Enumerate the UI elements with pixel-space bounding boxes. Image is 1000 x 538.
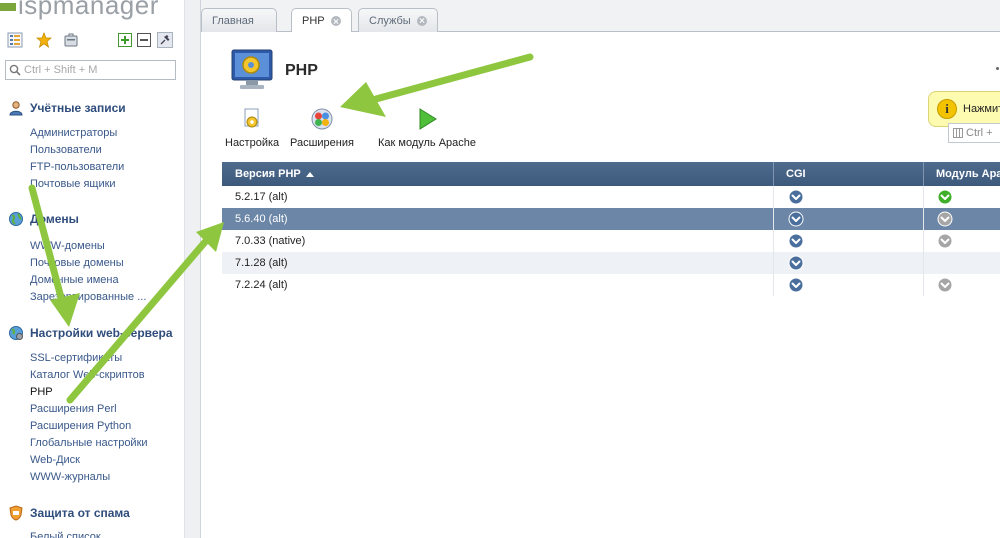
as-apache-module-label: Как модуль Apache — [378, 137, 477, 149]
settings-label: Настройка — [225, 137, 280, 149]
table-filter-input[interactable]: Ctrl + — [948, 123, 1000, 143]
nav-group-accounts[interactable]: Учётные записи — [8, 100, 126, 116]
favorites-star-icon[interactable] — [35, 31, 53, 49]
check-icon — [937, 277, 953, 293]
search-icon — [9, 64, 21, 79]
pin-icon[interactable] — [156, 31, 174, 49]
sidebar-item-www-logs[interactable]: WWW-журналы — [30, 470, 110, 484]
hint-notice[interactable]: i Нажмит — [928, 91, 1000, 127]
php-monitor-gear-icon — [231, 49, 273, 89]
close-tab-icon[interactable] — [416, 15, 427, 26]
tab-php-label: PHP — [302, 15, 325, 27]
collapse-all-icon[interactable] — [135, 31, 153, 49]
extensions-button[interactable]: Расширения — [290, 107, 354, 152]
sidebar-toolbar — [6, 31, 178, 51]
tab-services[interactable]: Службы — [358, 8, 438, 32]
filter-text: Ctrl + — [966, 127, 993, 139]
column-header-version[interactable]: Версия PHP — [222, 162, 773, 186]
table-row[interactable]: 7.1.28 (alt) — [222, 252, 1000, 274]
settings-icon — [244, 108, 259, 128]
sidebar-search-input[interactable] — [24, 63, 172, 77]
page-title: PHP — [285, 62, 318, 79]
globe-icon — [9, 212, 23, 226]
table-row[interactable]: 7.2.24 (alt) — [222, 274, 1000, 296]
sidebar-item-global-settings[interactable]: Глобальные настройки — [30, 436, 148, 450]
check-icon — [788, 277, 804, 293]
shield-icon — [9, 505, 23, 521]
table-body: 5.2.17 (alt) 5.6.40 (alt) 7.0.33 (native) 7… — [222, 186, 1000, 296]
settings-button[interactable]: Настройка — [225, 107, 279, 152]
as-apache-module-button[interactable]: Как модуль Apache — [378, 107, 476, 152]
table-header: Версия PHP CGI Модуль Apache — [222, 162, 1000, 186]
tab-php[interactable]: PHP — [291, 8, 352, 33]
play-icon — [419, 108, 437, 130]
app-window: ispmanager Ctrl + Shift + M Учётные запи… — [0, 0, 1000, 538]
php-version-cell: 7.0.33 (native) — [235, 235, 306, 247]
tab-home[interactable]: Главная — [201, 8, 277, 32]
tab-services-label: Службы — [369, 14, 411, 27]
nav-group-spam[interactable]: Защита от спама — [8, 505, 130, 521]
sidebar-item-web-scripts[interactable]: Каталог Web-скриптов — [30, 368, 145, 382]
check-icon — [788, 211, 804, 227]
column-header-apache-module[interactable]: Модуль Apache — [923, 162, 1000, 186]
main-content: PHP i Нажмит Ctrl + Настройка Расширения… — [201, 32, 1000, 538]
check-icon — [937, 211, 953, 227]
php-version-cell: 5.2.17 (alt) — [235, 191, 288, 203]
check-icon — [788, 233, 804, 249]
sidebar-item-whitelist[interactable]: Белый список — [30, 530, 101, 538]
sidebar-item-python[interactable]: Расширения Python — [30, 419, 131, 433]
sidebar-item-administrators[interactable]: Администраторы — [30, 126, 117, 140]
nav-group-web-server[interactable]: Настройки web-сервера — [8, 325, 173, 341]
close-tab-icon[interactable] — [330, 16, 341, 26]
hint-text: Нажмит — [963, 103, 1000, 115]
more-dot-icon — [996, 67, 999, 70]
table-row[interactable]: 5.2.17 (alt) — [222, 186, 1000, 208]
sidebar-item-reserved[interactable]: Зарезервированные ... — [30, 290, 146, 304]
app-logo: ispmanager — [0, 0, 159, 21]
sidebar-item-perl[interactable]: Расширения Perl — [30, 402, 117, 416]
extensions-label: Расширения — [290, 137, 354, 149]
php-version-cell: 7.1.28 (alt) — [235, 257, 288, 269]
sidebar-search — [5, 60, 176, 80]
check-icon — [788, 189, 804, 205]
globe-gear-icon — [9, 326, 23, 340]
filter-grid-icon — [953, 128, 963, 138]
sidebar-item-users[interactable]: Пользователи — [30, 143, 102, 157]
sidebar-item-php[interactable]: PHP — [30, 385, 53, 399]
sidebar-scrollbar[interactable] — [184, 0, 201, 538]
check-icon — [788, 255, 804, 271]
user-icon — [9, 101, 23, 116]
sidebar-item-mailboxes[interactable]: Почтовые ящики — [30, 177, 116, 191]
sidebar-item-ftp-users[interactable]: FTP-пользователи — [30, 160, 124, 174]
info-icon: i — [937, 99, 957, 119]
expand-all-icon[interactable] — [116, 31, 134, 49]
tree-view-icon[interactable] — [6, 31, 24, 49]
sidebar-item-web-disk[interactable]: Web-Диск — [30, 453, 80, 467]
column-header-cgi[interactable]: CGI — [773, 162, 923, 186]
table-row[interactable]: 7.0.33 (native) — [222, 230, 1000, 252]
sidebar-item-www-domains[interactable]: WWW-домены — [30, 239, 105, 253]
nav-group-domains[interactable]: Домены — [8, 211, 79, 227]
sidebar-item-domain-names[interactable]: Доменные имена — [30, 273, 119, 287]
check-active-icon — [937, 189, 953, 205]
php-version-cell: 7.2.24 (alt) — [235, 279, 288, 291]
table-row[interactable]: 5.6.40 (alt) — [222, 208, 1000, 230]
sidebar-item-mail-domains[interactable]: Почтовые домены — [30, 256, 124, 270]
tab-bar: Главная PHP Службы — [201, 0, 1000, 33]
sidebar: ispmanager Ctrl + Shift + M Учётные запи… — [0, 0, 184, 538]
sidebar-item-ssl[interactable]: SSL-сертификаты — [30, 351, 122, 365]
tab-home-label: Главная — [212, 14, 254, 27]
php-version-cell: 5.6.40 (alt) — [235, 213, 288, 225]
php-versions-table: Версия PHP CGI Модуль Apache 5.2.17 (alt… — [222, 162, 1000, 296]
check-icon — [937, 233, 953, 249]
sort-ascending-icon — [305, 171, 314, 177]
briefcase-icon[interactable] — [62, 31, 80, 49]
extensions-icon — [311, 108, 333, 130]
